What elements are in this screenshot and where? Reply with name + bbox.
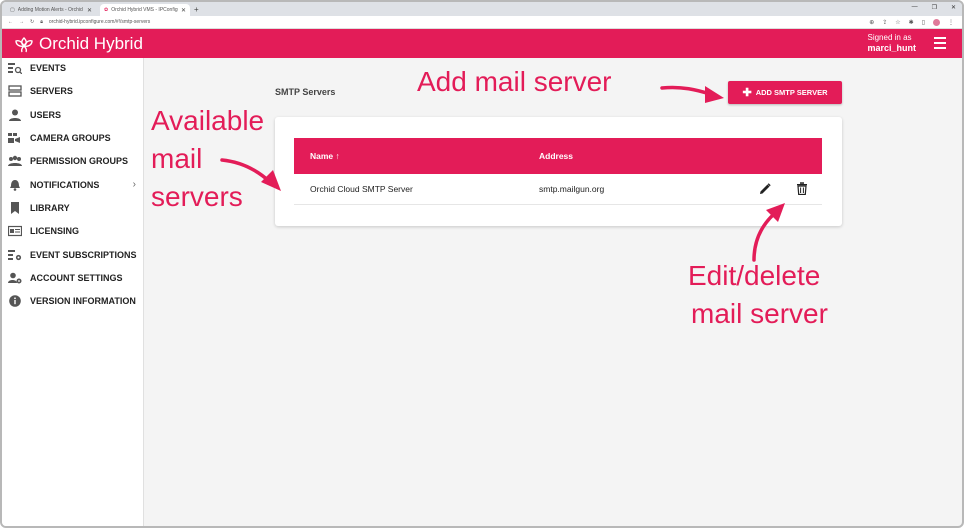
column-header-name[interactable]: Name ↑	[310, 151, 340, 161]
trash-icon[interactable]	[796, 182, 808, 196]
annotation-available-line-3: servers	[151, 181, 243, 212]
url-field[interactable]: orchid-hybrid.ipconfigure.com/#!/smtp-se…	[49, 19, 150, 25]
orchid-logo-icon	[15, 37, 33, 53]
reload-icon[interactable]: ↻	[30, 19, 34, 25]
close-tab-icon[interactable]: ✕	[181, 7, 186, 14]
sidebar-item-library[interactable]: LIBRARY	[2, 198, 144, 218]
screenshot-frame: ▢ Adding Motion Alerts - Orchid H ✕ ✿ Or…	[0, 0, 964, 528]
add-button-label: ADD SMTP SERVER	[755, 88, 828, 97]
pencil-icon[interactable]	[759, 183, 771, 195]
sidebar-item-servers[interactable]: SERVERS	[2, 81, 144, 101]
app-logo[interactable]: Orchid Hybrid	[14, 34, 143, 54]
window-controls: — ❐ ✕	[912, 4, 956, 11]
sidebar-item-label: LICENSING	[30, 226, 80, 236]
sidebar-item-label: PERMISSION GROUPS	[30, 156, 129, 166]
sidebar-item-events[interactable]: EVENTS	[2, 58, 144, 78]
sidebar-item-notifications[interactable]: NOTIFICATIONS ›	[2, 175, 144, 195]
sidebar-item-label: ACCOUNT SETTINGS	[30, 273, 123, 283]
annotation-available-line-2: mail	[151, 143, 203, 174]
bookmark-icon	[8, 202, 22, 214]
arrow-to-add-button	[660, 85, 712, 96]
license-icon	[8, 225, 22, 237]
add-smtp-server-button[interactable]: ✚ ADD SMTP SERVER	[728, 81, 842, 104]
browser-tab-active[interactable]: ✿ Orchid Hybrid VMS - IPConfigure ✕	[100, 4, 190, 16]
server-name: Orchid Cloud SMTP Server	[310, 184, 413, 194]
sidebar-item-account-settings[interactable]: ACCOUNT SETTINGS	[2, 268, 144, 288]
info-icon	[8, 295, 22, 307]
sidebar-item-label: CAMERA GROUPS	[30, 133, 111, 143]
user-icon	[8, 109, 22, 121]
page-icon: ▢	[10, 7, 15, 13]
permission-groups-icon	[8, 155, 22, 167]
username: marci_hunt	[867, 43, 916, 53]
annotation-edit-delete-line-1: Edit/delete	[688, 260, 821, 291]
chevron-right-icon[interactable]: ›	[133, 179, 136, 190]
sidebar-item-permission-groups[interactable]: PERMISSION GROUPS	[2, 151, 144, 171]
column-header-address[interactable]: Address	[539, 151, 573, 161]
close-window-icon[interactable]: ✕	[951, 4, 956, 11]
camera-groups-icon	[8, 132, 22, 144]
profile-avatar[interactable]	[933, 19, 940, 26]
close-tab-icon[interactable]: ✕	[87, 7, 92, 14]
sidebar-item-users[interactable]: USERS	[2, 105, 144, 125]
plus-icon: ✚	[742, 86, 752, 99]
event-subscriptions-icon	[8, 249, 22, 261]
orchid-favicon-icon: ✿	[104, 7, 109, 13]
sidebar-item-label: SERVERS	[30, 86, 73, 96]
sidebar-item-label: VERSION INFORMATION	[30, 296, 136, 306]
table-header: Name ↑ Address	[294, 138, 822, 174]
share-icon[interactable]: ⇪	[882, 19, 887, 26]
browser-tab[interactable]: ▢ Adding Motion Alerts - Orchid H ✕	[6, 4, 96, 16]
forward-icon[interactable]: →	[19, 19, 24, 25]
annotation-edit-delete-line-2: mail server	[691, 298, 828, 329]
bell-icon	[8, 179, 22, 191]
browser-tab-bar: ▢ Adding Motion Alerts - Orchid H ✕ ✿ Or…	[2, 2, 962, 16]
annotation-available-line-1: Available	[151, 105, 265, 136]
app-name: Orchid Hybrid	[39, 34, 143, 53]
sidebar-panel-icon[interactable]: ▯	[922, 19, 925, 26]
sidebar-item-event-subscriptions[interactable]: EVENT SUBSCRIPTIONS	[2, 245, 144, 265]
extensions-icon[interactable]: ✱	[909, 19, 914, 26]
signed-in-label: Signed in as	[867, 33, 912, 42]
sidebar-item-licensing[interactable]: LICENSING	[2, 221, 144, 241]
sidebar-item-label: LIBRARY	[30, 203, 70, 213]
table-row[interactable]: Orchid Cloud SMTP Server smtp.mailgun.or…	[294, 174, 822, 205]
sidebar: EVENTS SERVERS USERS CAMERA GROUPS PERMI…	[2, 58, 144, 526]
browser-menu-icon[interactable]: ⋮	[948, 19, 954, 26]
annotation-add-mail-server: Add mail server	[417, 66, 612, 97]
zoom-icon[interactable]: ⊕	[869, 19, 874, 26]
servers-icon	[8, 85, 22, 97]
browser-toolbar-icons: ⊕ ⇪ ☆ ✱ ▯ ⋮	[869, 19, 954, 26]
sidebar-item-label: EVENT SUBSCRIPTIONS	[30, 250, 137, 260]
arrowhead-add	[705, 86, 724, 103]
sidebar-item-version-information[interactable]: VERSION INFORMATION	[2, 291, 144, 311]
sidebar-item-camera-groups[interactable]: CAMERA GROUPS	[2, 128, 144, 148]
address-bar: ← → ↻ 🔒︎ orchid-hybrid.ipconfigure.com/#…	[2, 16, 962, 29]
restore-icon[interactable]: ❐	[932, 4, 937, 11]
back-icon[interactable]: ←	[8, 19, 13, 25]
sidebar-item-label: EVENTS	[30, 63, 67, 73]
menu-icon[interactable]	[934, 37, 946, 49]
tab-title: Orchid Hybrid VMS - IPConfigure	[111, 7, 178, 13]
new-tab-icon[interactable]: +	[194, 4, 199, 16]
tab-title: Adding Motion Alerts - Orchid H	[17, 7, 84, 13]
bookmark-star-icon[interactable]: ☆	[895, 19, 900, 26]
lock-icon: 🔒︎	[40, 19, 43, 25]
smtp-servers-card: Name ↑ Address Orchid Cloud SMTP Server …	[275, 117, 842, 226]
server-address: smtp.mailgun.org	[539, 184, 605, 194]
app-header: Orchid Hybrid Signed in as marci_hunt	[2, 29, 962, 58]
sidebar-item-label: USERS	[30, 110, 62, 120]
minimize-icon[interactable]: —	[912, 4, 918, 11]
signed-in-info: Signed in as marci_hunt	[867, 33, 916, 53]
events-icon	[8, 62, 22, 74]
page-title: SMTP Servers	[275, 87, 336, 97]
sidebar-item-label: NOTIFICATIONS	[30, 180, 100, 190]
account-settings-icon	[8, 272, 22, 284]
